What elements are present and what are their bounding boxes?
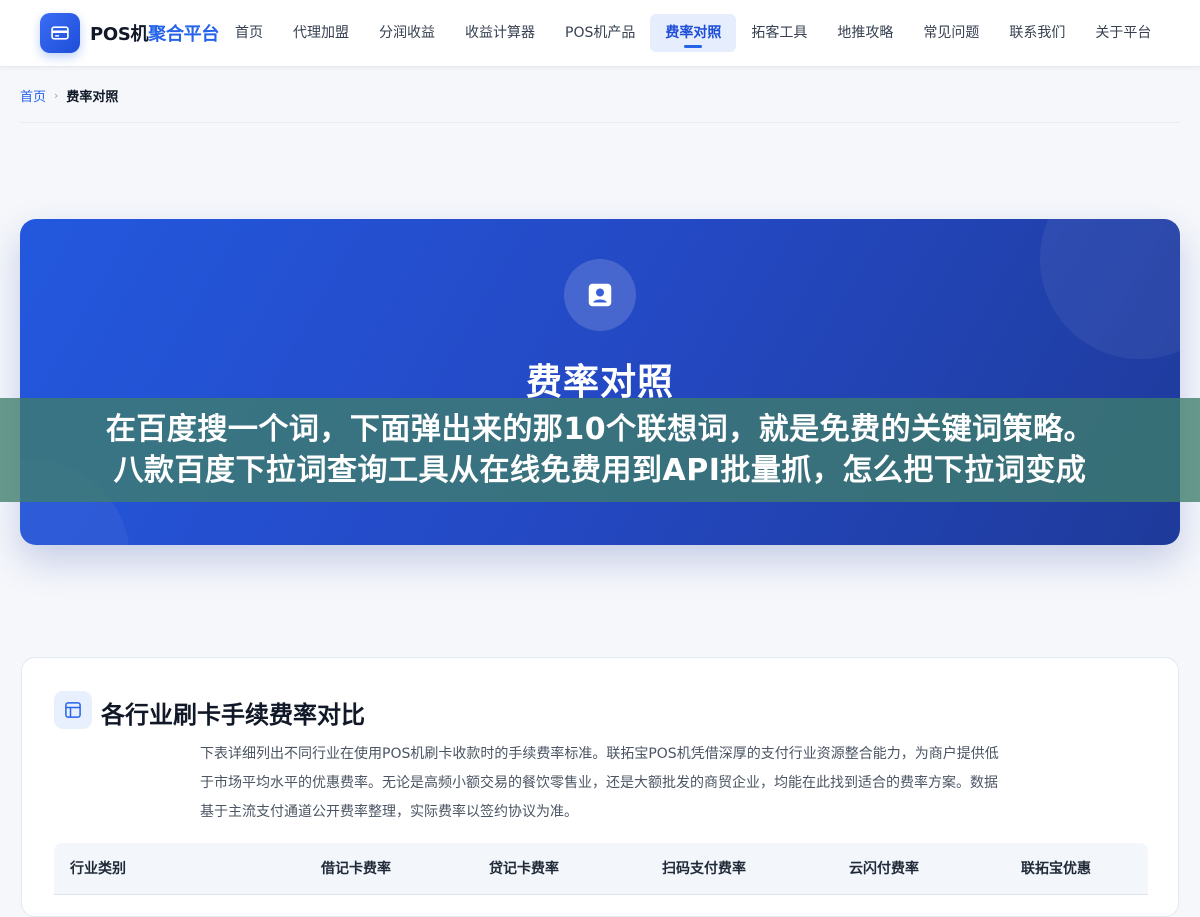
- id-badge-icon: [564, 259, 636, 331]
- nav-item-tools[interactable]: 拓客工具: [736, 14, 822, 52]
- nav-item-calculator[interactable]: 收益计算器: [450, 14, 550, 52]
- nav-item-home[interactable]: 首页: [220, 14, 278, 52]
- site-header: POS机聚合平台 首页 代理加盟 分润收益 收益计算器 POS机产品 费率对照 …: [0, 0, 1200, 67]
- breadcrumb-separator: ›: [54, 89, 59, 102]
- brand-name-part1: POS机: [90, 24, 149, 45]
- brand-logo[interactable]: POS机聚合平台: [40, 13, 219, 53]
- nav-item-contact[interactable]: 联系我们: [994, 14, 1080, 52]
- table-column-header: 贷记卡费率: [489, 861, 559, 877]
- rate-comparison-card: 各行业刷卡手续费率对比 下表详细列出不同行业在使用POS机刷卡收款时的手续费率标…: [21, 657, 1179, 917]
- section-description: 下表详细列出不同行业在使用POS机刷卡收款时的手续费率标准。联拓宝POS机凭借深…: [200, 746, 999, 820]
- nav-item-faq[interactable]: 常见问题: [908, 14, 994, 52]
- breadcrumb-divider: [20, 122, 1180, 123]
- overlay-text-banner: 在百度搜一个词，下面弹出来的那10个联想词，就是免费的关键词策略。 八款百度下拉…: [0, 398, 1200, 502]
- breadcrumb-home-link[interactable]: 首页: [20, 86, 46, 105]
- nav-item-profit-share[interactable]: 分润收益: [364, 14, 450, 52]
- breadcrumb: 首页 › 费率对照: [20, 86, 118, 105]
- table-column-header: 云闪付费率: [849, 861, 919, 877]
- table-column-header: 联拓宝优惠: [1021, 861, 1091, 877]
- section-title: 各行业刷卡手续费率对比: [101, 701, 365, 729]
- brand-name: POS机聚合平台: [90, 20, 219, 46]
- nav-item-products[interactable]: POS机产品: [550, 14, 650, 52]
- table-column-header: 行业类别: [70, 861, 126, 877]
- credit-card-icon: [40, 13, 80, 53]
- nav-item-rates[interactable]: 费率对照: [650, 14, 737, 52]
- table-column-header: 扫码支付费率: [662, 861, 746, 877]
- rate-table-header: 行业类别 借记卡费率 贷记卡费率 扫码支付费率 云闪付费率 联拓宝优惠: [54, 843, 1148, 895]
- nav-item-about[interactable]: 关于平台: [1080, 14, 1166, 52]
- breadcrumb-current: 费率对照: [66, 90, 119, 105]
- overlay-line-1: 在百度搜一个词，下面弹出来的那10个联想词，就是免费的关键词策略。: [105, 412, 1095, 447]
- nav-item-guides[interactable]: 地推攻略: [822, 14, 908, 52]
- nav-item-agency[interactable]: 代理加盟: [278, 14, 364, 52]
- table-icon: [54, 691, 92, 729]
- brand-name-part2: 聚合平台: [148, 24, 220, 45]
- overlay-line-2: 八款百度下拉词查询工具从在线免费用到API批量抓，怎么把下拉词变成: [113, 453, 1087, 488]
- hero-decoration-circle: [1040, 219, 1180, 359]
- main-nav: 首页 代理加盟 分润收益 收益计算器 POS机产品 费率对照 拓客工具 地推攻略…: [220, 14, 1166, 52]
- table-column-header: 借记卡费率: [321, 861, 391, 877]
